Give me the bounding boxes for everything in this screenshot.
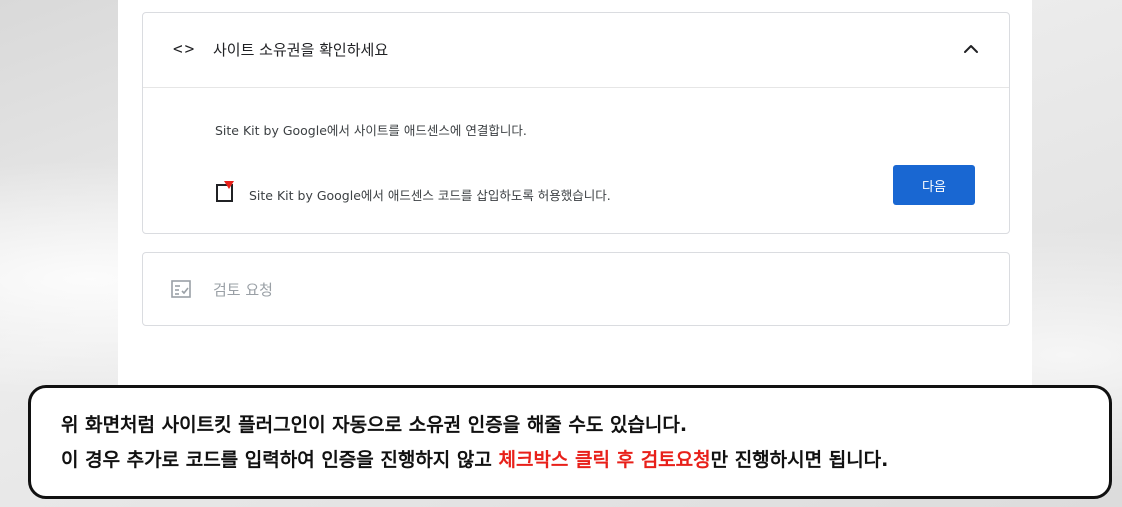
checkbox-label: Site Kit by Google에서 애드센스 코드를 삽입하도록 허용했습… <box>249 188 611 203</box>
site-ownership-card: <> 사이트 소유권을 확인하세요 Site Kit by Google에서 사… <box>142 12 1010 234</box>
card-title: 사이트 소유권을 확인하세요 <box>213 41 389 59</box>
next-button[interactable]: 다음 <box>893 165 975 205</box>
review-request-card[interactable]: 검토 요청 <box>142 252 1010 326</box>
code-icon: <> <box>173 39 197 58</box>
card-description: Site Kit by Google에서 사이트를 애드센스에 연결합니다. <box>215 123 527 138</box>
checkbox-icon <box>216 181 234 202</box>
caption-highlight: 체크박스 클릭 후 검토요청 <box>498 449 711 471</box>
card-header[interactable]: <> 사이트 소유권을 확인하세요 <box>143 13 1009 88</box>
allow-code-checkbox[interactable] <box>215 181 235 203</box>
caption-line-1: 위 화면처럼 사이트킷 플러그인이 자동으로 소유권 인증을 해줄 수도 있습니… <box>61 414 688 436</box>
caption-box: 위 화면처럼 사이트킷 플러그인이 자동으로 소유권 인증을 해줄 수도 있습니… <box>28 385 1112 499</box>
caption-line-2-start: 이 경우 추가로 코드를 입력하여 인증을 진행하지 않고 <box>61 449 499 471</box>
chevron-up-icon[interactable] <box>959 37 983 61</box>
review-request-title: 검토 요청 <box>213 281 273 299</box>
review-checklist-icon <box>171 280 191 298</box>
caption-line-2-end: 만 진행하시면 됩니다. <box>710 449 889 471</box>
caption-line-2: 이 경우 추가로 코드를 입력하여 인증을 진행하지 않고 체크박스 클릭 후 … <box>61 445 888 472</box>
